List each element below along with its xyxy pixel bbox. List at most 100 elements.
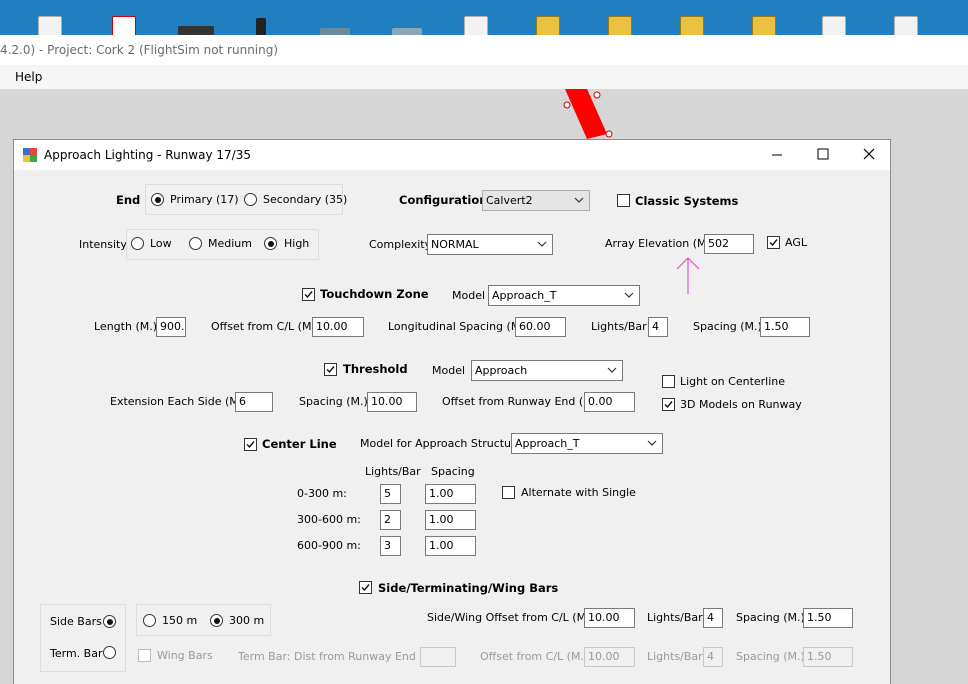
configuration-value: Calvert2 — [486, 194, 533, 207]
side-bars-section-label: Side/Terminating/Wing Bars — [378, 581, 559, 595]
side-lights-bar-label: Lights/Bar — [647, 611, 703, 624]
configuration-select[interactable]: Calvert2 — [482, 190, 590, 211]
intensity-medium-label: Medium — [208, 237, 252, 250]
app-icon[interactable] — [256, 18, 266, 35]
check-icon — [326, 366, 335, 374]
menu-bar: Help — [0, 65, 968, 89]
array-elevation-input[interactable]: 502 — [704, 234, 754, 254]
pdf-icon[interactable] — [112, 16, 136, 35]
document-icon[interactable] — [894, 16, 918, 35]
side-offset-label: Side/Wing Offset from C/L (M.) — [427, 611, 594, 624]
maximize-icon[interactable] — [817, 148, 829, 160]
term-lights-bar-label: Lights/Bar — [647, 650, 703, 663]
dist-150-radio[interactable] — [143, 614, 156, 627]
cl-row-label: 300-600 m: — [297, 513, 361, 526]
dist-300-radio[interactable] — [210, 614, 223, 627]
cl-spacing-input[interactable]: 1.00 — [425, 536, 476, 556]
zip-folder-icon[interactable] — [608, 16, 632, 35]
app-icon[interactable] — [392, 28, 422, 35]
check-icon — [769, 239, 778, 247]
check-icon — [304, 291, 313, 299]
term-dist-input[interactable] — [420, 647, 456, 667]
app-icon — [23, 148, 37, 162]
td-offset-input[interactable]: 10.00 — [312, 317, 364, 337]
document-icon[interactable] — [38, 16, 62, 35]
zip-folder-icon[interactable] — [536, 16, 560, 35]
taskbar — [0, 0, 968, 35]
th-spacing-label: Spacing (M.) — [299, 395, 368, 408]
menu-help[interactable]: Help — [15, 65, 42, 89]
intensity-low-radio[interactable] — [131, 237, 144, 250]
classic-systems-label: Classic Systems — [635, 194, 739, 208]
wing-bars-checkbox[interactable] — [138, 649, 151, 662]
term-dist-label: Term Bar: Dist from Runway End (M.) — [238, 650, 441, 663]
document-icon[interactable] — [822, 16, 846, 35]
end-secondary-radio[interactable] — [244, 193, 257, 206]
td-spacing-label: Spacing (M.) — [693, 320, 762, 333]
touchdown-model-label: Model — [452, 289, 486, 302]
side-spacing-input[interactable]: 1.50 — [803, 608, 853, 628]
cl-model-select[interactable]: Approach_T — [511, 433, 663, 454]
complexity-label: Complexity — [369, 238, 432, 251]
end-secondary-label: Secondary (35) — [263, 193, 348, 206]
intensity-high-label: High — [284, 237, 310, 250]
center-line-checkbox[interactable] — [244, 438, 257, 451]
threshold-model-select[interactable]: Approach — [471, 360, 623, 381]
complexity-select[interactable]: NORMAL — [427, 234, 553, 255]
td-lights-bar-input[interactable]: 4 — [648, 317, 668, 337]
extension-input[interactable]: 6 — [235, 392, 273, 412]
light-on-centerline-label: Light on Centerline — [680, 375, 786, 388]
side-lights-bar-input[interactable]: 4 — [703, 608, 723, 628]
threshold-checkbox[interactable] — [324, 363, 337, 376]
center-line-label: Center Line — [262, 437, 337, 451]
term-offset-input[interactable]: 10.00 — [584, 647, 635, 667]
cl-model-label: Model for Approach Structures — [360, 437, 528, 450]
th-offset-label: Offset from Runway End (M.) — [442, 395, 601, 408]
close-icon[interactable] — [863, 148, 875, 160]
check-icon — [664, 401, 673, 409]
cl-lights-input[interactable]: 3 — [380, 536, 401, 556]
app-icon[interactable] — [320, 28, 350, 35]
agl-checkbox[interactable] — [767, 236, 780, 249]
dialog-title-bar: Approach Lighting - Runway 17/35 — [14, 140, 890, 170]
term-bar-radio[interactable] — [103, 646, 116, 659]
wing-bars-label: Wing Bars — [157, 649, 213, 662]
cl-col-lights: Lights/Bar — [365, 465, 421, 478]
cl-lights-input[interactable]: 5 — [380, 484, 401, 504]
dist-150-label: 150 m — [162, 614, 198, 627]
app-icon[interactable] — [178, 26, 214, 35]
end-label: End — [116, 193, 141, 207]
cl-spacing-input[interactable]: 1.00 — [425, 484, 476, 504]
light-on-centerline-checkbox[interactable] — [662, 375, 675, 388]
alternate-single-checkbox[interactable] — [502, 486, 515, 499]
long-spacing-input[interactable]: 60.00 — [515, 317, 566, 337]
end-primary-radio[interactable] — [151, 193, 164, 206]
cl-lights-input[interactable]: 2 — [380, 510, 401, 530]
zip-folder-icon[interactable] — [680, 16, 704, 35]
touchdown-zone-label: Touchdown Zone — [320, 287, 429, 301]
touchdown-zone-checkbox[interactable] — [302, 288, 315, 301]
side-offset-input[interactable]: 10.00 — [584, 608, 635, 628]
minimize-icon[interactable] — [771, 149, 783, 161]
length-input[interactable]: 900.0 — [156, 317, 186, 337]
td-spacing-input[interactable]: 1.50 — [760, 317, 810, 337]
intensity-medium-radio[interactable] — [189, 237, 202, 250]
term-spacing-input[interactable]: 1.50 — [803, 647, 853, 667]
classic-systems-checkbox[interactable] — [617, 194, 630, 207]
check-icon — [246, 441, 255, 449]
touchdown-model-value: Approach_T — [492, 289, 557, 302]
th-spacing-input[interactable]: 10.00 — [367, 392, 417, 412]
term-lights-bar-input[interactable]: 4 — [703, 647, 723, 667]
side-bars-section-checkbox[interactable] — [359, 581, 372, 594]
intensity-high-radio[interactable] — [264, 237, 277, 250]
3d-models-checkbox[interactable] — [662, 398, 675, 411]
cl-row-label: 600-900 m: — [297, 539, 361, 552]
th-offset-input[interactable]: 0.00 — [584, 392, 635, 412]
side-bars-radio[interactable] — [103, 615, 116, 628]
document-icon[interactable] — [464, 16, 488, 35]
zip-folder-icon[interactable] — [752, 16, 776, 35]
cl-spacing-input[interactable]: 1.00 — [425, 510, 476, 530]
touchdown-model-select[interactable]: Approach_T — [488, 285, 640, 306]
configuration-label: Configuration — [399, 193, 488, 207]
agl-label: AGL — [785, 236, 807, 249]
